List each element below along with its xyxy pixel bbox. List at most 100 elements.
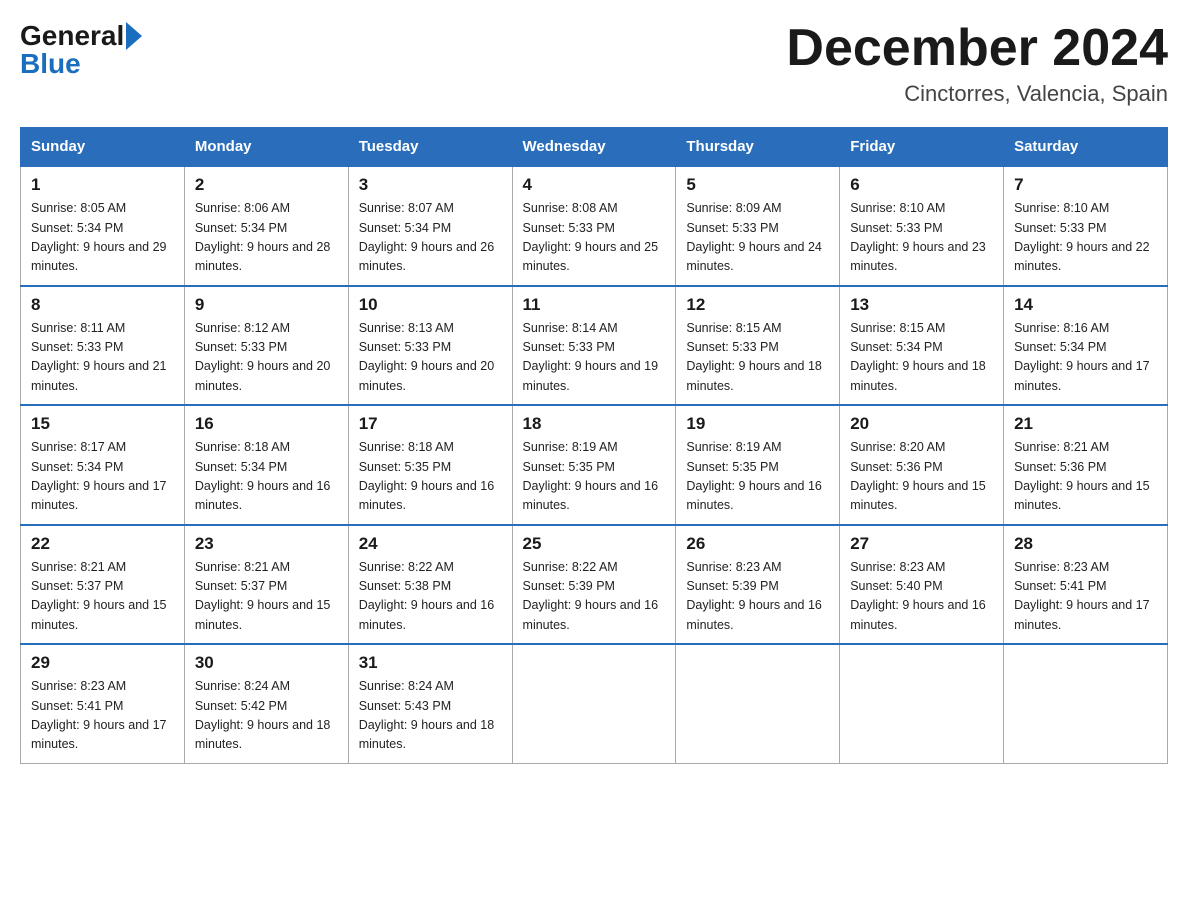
day-info: Sunrise: 8:23 AM Sunset: 5:39 PM Dayligh… (686, 558, 829, 636)
week-row-1: 1 Sunrise: 8:05 AM Sunset: 5:34 PM Dayli… (21, 166, 1168, 286)
day-number: 19 (686, 414, 829, 434)
week-row-5: 29 Sunrise: 8:23 AM Sunset: 5:41 PM Dayl… (21, 644, 1168, 763)
calendar-cell: 20 Sunrise: 8:20 AM Sunset: 5:36 PM Dayl… (840, 405, 1004, 525)
week-row-3: 15 Sunrise: 8:17 AM Sunset: 5:34 PM Dayl… (21, 405, 1168, 525)
calendar-cell: 26 Sunrise: 8:23 AM Sunset: 5:39 PM Dayl… (676, 525, 840, 645)
header-tuesday: Tuesday (348, 128, 512, 167)
calendar-cell: 10 Sunrise: 8:13 AM Sunset: 5:33 PM Dayl… (348, 286, 512, 406)
day-info: Sunrise: 8:14 AM Sunset: 5:33 PM Dayligh… (523, 319, 666, 397)
header-saturday: Saturday (1004, 128, 1168, 167)
day-number: 26 (686, 534, 829, 554)
calendar-cell: 14 Sunrise: 8:16 AM Sunset: 5:34 PM Dayl… (1004, 286, 1168, 406)
day-info: Sunrise: 8:21 AM Sunset: 5:36 PM Dayligh… (1014, 438, 1157, 516)
header-row: Sunday Monday Tuesday Wednesday Thursday… (21, 128, 1168, 167)
calendar-cell: 13 Sunrise: 8:15 AM Sunset: 5:34 PM Dayl… (840, 286, 1004, 406)
day-number: 9 (195, 295, 338, 315)
calendar-cell: 28 Sunrise: 8:23 AM Sunset: 5:41 PM Dayl… (1004, 525, 1168, 645)
day-number: 30 (195, 653, 338, 673)
calendar-cell (512, 644, 676, 763)
week-row-2: 8 Sunrise: 8:11 AM Sunset: 5:33 PM Dayli… (21, 286, 1168, 406)
header-friday: Friday (840, 128, 1004, 167)
day-number: 13 (850, 295, 993, 315)
day-number: 28 (1014, 534, 1157, 554)
calendar-cell: 24 Sunrise: 8:22 AM Sunset: 5:38 PM Dayl… (348, 525, 512, 645)
day-number: 14 (1014, 295, 1157, 315)
logo-arrow-icon (126, 22, 142, 50)
day-info: Sunrise: 8:06 AM Sunset: 5:34 PM Dayligh… (195, 199, 338, 277)
day-number: 27 (850, 534, 993, 554)
calendar-cell: 2 Sunrise: 8:06 AM Sunset: 5:34 PM Dayli… (184, 166, 348, 286)
day-info: Sunrise: 8:19 AM Sunset: 5:35 PM Dayligh… (686, 438, 829, 516)
calendar-cell: 25 Sunrise: 8:22 AM Sunset: 5:39 PM Dayl… (512, 525, 676, 645)
day-info: Sunrise: 8:24 AM Sunset: 5:42 PM Dayligh… (195, 677, 338, 755)
day-info: Sunrise: 8:23 AM Sunset: 5:40 PM Dayligh… (850, 558, 993, 636)
header-sunday: Sunday (21, 128, 185, 167)
calendar-cell: 19 Sunrise: 8:19 AM Sunset: 5:35 PM Dayl… (676, 405, 840, 525)
day-number: 4 (523, 175, 666, 195)
day-number: 15 (31, 414, 174, 434)
title-section: December 2024 Cinctorres, Valencia, Spai… (786, 20, 1168, 107)
calendar-cell: 15 Sunrise: 8:17 AM Sunset: 5:34 PM Dayl… (21, 405, 185, 525)
day-info: Sunrise: 8:21 AM Sunset: 5:37 PM Dayligh… (195, 558, 338, 636)
day-info: Sunrise: 8:22 AM Sunset: 5:38 PM Dayligh… (359, 558, 502, 636)
page-header: General Blue December 2024 Cinctorres, V… (20, 20, 1168, 107)
day-info: Sunrise: 8:13 AM Sunset: 5:33 PM Dayligh… (359, 319, 502, 397)
logo-blue-text: Blue (20, 48, 81, 80)
calendar-cell: 18 Sunrise: 8:19 AM Sunset: 5:35 PM Dayl… (512, 405, 676, 525)
calendar-cell: 29 Sunrise: 8:23 AM Sunset: 5:41 PM Dayl… (21, 644, 185, 763)
day-info: Sunrise: 8:18 AM Sunset: 5:34 PM Dayligh… (195, 438, 338, 516)
day-number: 11 (523, 295, 666, 315)
day-number: 23 (195, 534, 338, 554)
calendar-cell: 11 Sunrise: 8:14 AM Sunset: 5:33 PM Dayl… (512, 286, 676, 406)
day-number: 21 (1014, 414, 1157, 434)
day-number: 12 (686, 295, 829, 315)
calendar-cell: 22 Sunrise: 8:21 AM Sunset: 5:37 PM Dayl… (21, 525, 185, 645)
day-number: 2 (195, 175, 338, 195)
calendar-cell: 3 Sunrise: 8:07 AM Sunset: 5:34 PM Dayli… (348, 166, 512, 286)
day-number: 20 (850, 414, 993, 434)
calendar-cell: 6 Sunrise: 8:10 AM Sunset: 5:33 PM Dayli… (840, 166, 1004, 286)
day-number: 22 (31, 534, 174, 554)
header-monday: Monday (184, 128, 348, 167)
day-info: Sunrise: 8:07 AM Sunset: 5:34 PM Dayligh… (359, 199, 502, 277)
day-info: Sunrise: 8:15 AM Sunset: 5:33 PM Dayligh… (686, 319, 829, 397)
day-number: 7 (1014, 175, 1157, 195)
day-info: Sunrise: 8:10 AM Sunset: 5:33 PM Dayligh… (850, 199, 993, 277)
calendar-cell: 17 Sunrise: 8:18 AM Sunset: 5:35 PM Dayl… (348, 405, 512, 525)
day-number: 5 (686, 175, 829, 195)
day-info: Sunrise: 8:09 AM Sunset: 5:33 PM Dayligh… (686, 199, 829, 277)
day-info: Sunrise: 8:17 AM Sunset: 5:34 PM Dayligh… (31, 438, 174, 516)
calendar-cell: 31 Sunrise: 8:24 AM Sunset: 5:43 PM Dayl… (348, 644, 512, 763)
day-info: Sunrise: 8:05 AM Sunset: 5:34 PM Dayligh… (31, 199, 174, 277)
day-number: 16 (195, 414, 338, 434)
calendar-cell: 12 Sunrise: 8:15 AM Sunset: 5:33 PM Dayl… (676, 286, 840, 406)
calendar-cell: 5 Sunrise: 8:09 AM Sunset: 5:33 PM Dayli… (676, 166, 840, 286)
day-info: Sunrise: 8:11 AM Sunset: 5:33 PM Dayligh… (31, 319, 174, 397)
day-number: 25 (523, 534, 666, 554)
day-info: Sunrise: 8:15 AM Sunset: 5:34 PM Dayligh… (850, 319, 993, 397)
calendar-cell: 16 Sunrise: 8:18 AM Sunset: 5:34 PM Dayl… (184, 405, 348, 525)
day-info: Sunrise: 8:18 AM Sunset: 5:35 PM Dayligh… (359, 438, 502, 516)
calendar-cell: 8 Sunrise: 8:11 AM Sunset: 5:33 PM Dayli… (21, 286, 185, 406)
day-number: 3 (359, 175, 502, 195)
day-info: Sunrise: 8:10 AM Sunset: 5:33 PM Dayligh… (1014, 199, 1157, 277)
calendar-table: Sunday Monday Tuesday Wednesday Thursday… (20, 127, 1168, 764)
day-info: Sunrise: 8:21 AM Sunset: 5:37 PM Dayligh… (31, 558, 174, 636)
day-number: 18 (523, 414, 666, 434)
calendar-cell: 4 Sunrise: 8:08 AM Sunset: 5:33 PM Dayli… (512, 166, 676, 286)
header-thursday: Thursday (676, 128, 840, 167)
day-info: Sunrise: 8:20 AM Sunset: 5:36 PM Dayligh… (850, 438, 993, 516)
day-info: Sunrise: 8:16 AM Sunset: 5:34 PM Dayligh… (1014, 319, 1157, 397)
calendar-cell: 30 Sunrise: 8:24 AM Sunset: 5:42 PM Dayl… (184, 644, 348, 763)
logo: General Blue (20, 20, 142, 80)
day-number: 10 (359, 295, 502, 315)
calendar-cell (840, 644, 1004, 763)
day-info: Sunrise: 8:22 AM Sunset: 5:39 PM Dayligh… (523, 558, 666, 636)
day-number: 17 (359, 414, 502, 434)
day-number: 1 (31, 175, 174, 195)
day-info: Sunrise: 8:19 AM Sunset: 5:35 PM Dayligh… (523, 438, 666, 516)
calendar-cell (1004, 644, 1168, 763)
day-info: Sunrise: 8:12 AM Sunset: 5:33 PM Dayligh… (195, 319, 338, 397)
calendar-cell: 7 Sunrise: 8:10 AM Sunset: 5:33 PM Dayli… (1004, 166, 1168, 286)
calendar-cell (676, 644, 840, 763)
